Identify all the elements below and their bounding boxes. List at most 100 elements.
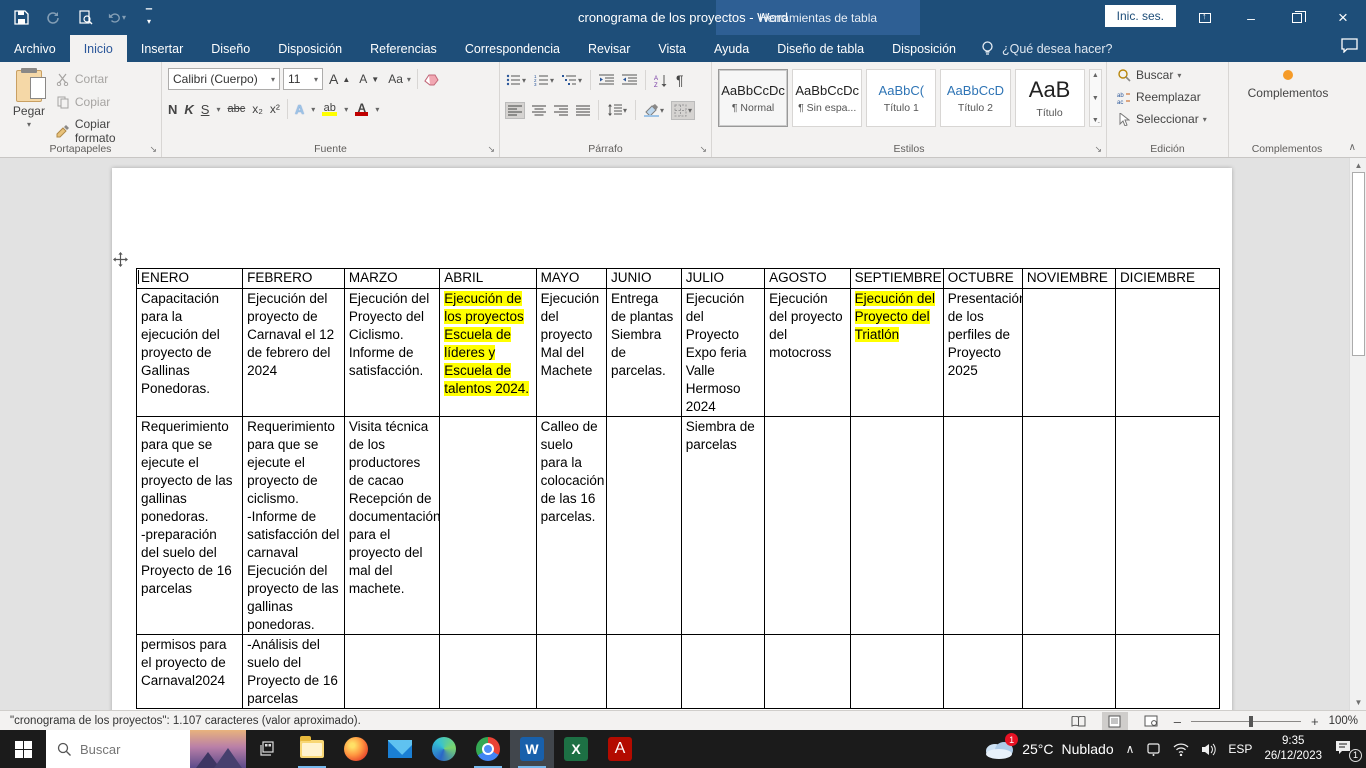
- feedback-icon[interactable]: [1341, 38, 1358, 58]
- table-cell[interactable]: Requerimiento para que se ejecute el pro…: [137, 417, 243, 635]
- notification-center-icon[interactable]: 1: [1334, 739, 1360, 760]
- table-cell[interactable]: [1115, 289, 1219, 417]
- style-titulo-2[interactable]: AaBbCcD Título 2: [940, 69, 1010, 127]
- table-cell[interactable]: [536, 635, 606, 709]
- select-button[interactable]: Seleccionar▾: [1113, 110, 1224, 128]
- taskbar-pdf-icon[interactable]: A: [598, 730, 642, 768]
- document-page[interactable]: ENEROFEBREROMARZOABRILMAYOJUNIOJULIOAGOS…: [112, 168, 1232, 710]
- underline-menu-icon[interactable]: ▾: [216, 105, 220, 114]
- table-cell[interactable]: Presentación de los perfiles de Proyecto…: [943, 289, 1022, 417]
- vertical-scrollbar[interactable]: ▲ ▼: [1349, 158, 1366, 710]
- grow-font-button[interactable]: A▲: [326, 70, 353, 88]
- highlight-menu-icon[interactable]: ▾: [344, 105, 348, 114]
- tab-vista[interactable]: Vista: [644, 35, 700, 62]
- collapse-ribbon-icon[interactable]: ∧: [1349, 142, 1356, 153]
- tray-display-icon[interactable]: [1146, 743, 1161, 756]
- table-move-handle[interactable]: [113, 252, 128, 267]
- table-cell[interactable]: Capacitación para la ejecución del proye…: [137, 289, 243, 417]
- scroll-down-icon[interactable]: ▼: [1350, 695, 1366, 710]
- align-right-button[interactable]: [554, 105, 568, 116]
- clock[interactable]: 9:35 26/12/2023: [1264, 734, 1322, 764]
- zoom-slider[interactable]: [1191, 721, 1301, 722]
- gallery-expand-icon[interactable]: ▼̱: [1092, 117, 1099, 124]
- decrease-indent-button[interactable]: [599, 74, 614, 86]
- scroll-up-icon[interactable]: ▲: [1350, 158, 1366, 173]
- subscript-button[interactable]: x₂: [252, 102, 263, 116]
- taskbar-mail-icon[interactable]: [378, 730, 422, 768]
- search-input[interactable]: [80, 742, 180, 757]
- print-preview-icon[interactable]: [76, 9, 94, 27]
- scrollbar-thumb[interactable]: [1352, 172, 1365, 356]
- addins-button[interactable]: Complementos: [1248, 86, 1329, 100]
- table-cell[interactable]: Ejecución del Proyecto del Ciclismo. Inf…: [344, 289, 439, 417]
- sign-in-button[interactable]: Inic. ses.: [1105, 5, 1176, 27]
- web-layout-icon[interactable]: [1138, 712, 1164, 730]
- table-cell[interactable]: [943, 417, 1022, 635]
- italic-button[interactable]: K: [184, 102, 193, 117]
- tab-revisar[interactable]: Revisar: [574, 35, 644, 62]
- scroll-down-icon[interactable]: ▼: [1092, 95, 1099, 102]
- dialog-launcher-icon[interactable]: ↘: [487, 144, 495, 155]
- taskbar-search[interactable]: [46, 730, 246, 768]
- style-titulo[interactable]: AaB Título: [1015, 69, 1085, 127]
- print-layout-icon[interactable]: [1102, 712, 1128, 730]
- table-cell[interactable]: permisos para el proyecto de Carnaval202…: [137, 635, 243, 709]
- tab-diseno-de-tabla[interactable]: Diseño de tabla: [763, 35, 878, 62]
- table-cell[interactable]: [344, 635, 439, 709]
- replace-button[interactable]: abac Reemplazar: [1113, 88, 1224, 106]
- paste-button[interactable]: Pegar ▾: [6, 68, 52, 139]
- taskbar-chrome-icon[interactable]: [466, 730, 510, 768]
- table-cell[interactable]: Visita técnica de los productores de cac…: [344, 417, 439, 635]
- table-cell[interactable]: [850, 417, 943, 635]
- table-cell[interactable]: [606, 635, 681, 709]
- sort-button[interactable]: AZ: [654, 74, 668, 87]
- borders-button[interactable]: ▾: [672, 102, 694, 119]
- style-normal[interactable]: AaBbCcDc ¶ Normal: [718, 69, 788, 127]
- table-cell[interactable]: Requerimiento para que se ejecute el pro…: [243, 417, 345, 635]
- justify-button[interactable]: [576, 105, 590, 116]
- superscript-button[interactable]: x²: [270, 102, 280, 116]
- month-header-marzo[interactable]: MARZO: [344, 269, 439, 289]
- table-cell[interactable]: Entrega de plantas Siembra de parcelas.: [606, 289, 681, 417]
- bold-button[interactable]: N: [168, 102, 177, 117]
- month-header-junio[interactable]: JUNIO: [606, 269, 681, 289]
- dialog-launcher-icon[interactable]: ↘: [149, 144, 157, 155]
- minimize-button[interactable]: –: [1228, 0, 1274, 35]
- table-cell[interactable]: [943, 635, 1022, 709]
- ribbon-display-options-button[interactable]: [1182, 0, 1228, 35]
- dialog-launcher-icon[interactable]: ↘: [1094, 144, 1102, 155]
- table-cell[interactable]: [765, 635, 851, 709]
- table-cell[interactable]: [606, 417, 681, 635]
- zoom-slider-thumb[interactable]: [1249, 716, 1253, 727]
- taskbar-explorer-icon[interactable]: [290, 730, 334, 768]
- taskbar-edge-icon[interactable]: [422, 730, 466, 768]
- search-highlight-image[interactable]: [190, 730, 246, 768]
- table-cell[interactable]: [440, 635, 536, 709]
- multilevel-list-button[interactable]: ▾: [562, 74, 582, 86]
- table-cell[interactable]: Siembra de parcelas: [681, 417, 764, 635]
- format-painter-button[interactable]: Copiar formato: [52, 116, 157, 146]
- table-cell[interactable]: [1022, 417, 1115, 635]
- tab-ayuda[interactable]: Ayuda: [700, 35, 763, 62]
- start-button[interactable]: [0, 730, 46, 768]
- month-header-enero[interactable]: ENERO: [137, 269, 243, 289]
- wifi-icon[interactable]: [1173, 743, 1189, 756]
- tab-inicio[interactable]: Inicio: [70, 35, 127, 62]
- numbering-button[interactable]: 123▾: [534, 74, 554, 86]
- month-header-mayo[interactable]: MAYO: [536, 269, 606, 289]
- save-icon[interactable]: [12, 9, 30, 27]
- table-cell[interactable]: Ejecución del Proyecto Expo feria Valle …: [681, 289, 764, 417]
- shading-button[interactable]: ▾: [644, 104, 664, 117]
- tab-diseno[interactable]: Diseño: [197, 35, 264, 62]
- cronograma-table[interactable]: ENEROFEBREROMARZOABRILMAYOJUNIOJULIOAGOS…: [136, 268, 1220, 709]
- find-button[interactable]: Buscar▾: [1113, 66, 1224, 84]
- text-effects-button[interactable]: A: [295, 102, 304, 117]
- tab-referencias[interactable]: Referencias: [356, 35, 451, 62]
- table-cell[interactable]: Ejecución de los proyectos Escuela de lí…: [440, 289, 536, 417]
- taskbar-word-icon[interactable]: W: [510, 730, 554, 768]
- line-spacing-button[interactable]: ▾: [607, 104, 627, 116]
- font-family-combo[interactable]: Calibri (Cuerpo)▾: [168, 68, 280, 90]
- table-cell[interactable]: -Análisis del suelo del Proyecto de 16 p…: [243, 635, 345, 709]
- month-header-octubre[interactable]: OCTUBRE: [943, 269, 1022, 289]
- weather-widget[interactable]: 1 25°C Nublado: [984, 737, 1113, 761]
